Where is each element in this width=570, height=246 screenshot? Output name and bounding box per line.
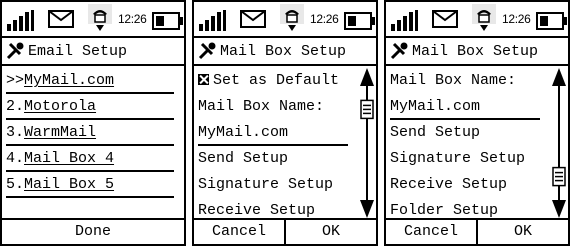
mailbox-setup-screen-top: 12:26 Mail Box Setup Set as Default Mail… bbox=[192, 0, 378, 246]
mailbox-name-label: Mail Box Name: bbox=[390, 72, 517, 89]
send-setup-item[interactable]: Send Setup bbox=[390, 120, 480, 146]
battery-icon bbox=[536, 12, 567, 30]
signal-strength-icon bbox=[199, 10, 226, 31]
wrench-icon bbox=[198, 42, 216, 60]
screen-title: Email Setup bbox=[2, 38, 184, 66]
mailbox-name-field[interactable]: MyMail.com bbox=[198, 120, 288, 146]
clock-time: 12:26 bbox=[502, 12, 531, 26]
row-divider bbox=[6, 196, 174, 198]
mailbox-name-label: Mail Box Name: bbox=[198, 98, 325, 115]
wrench-icon bbox=[6, 42, 24, 60]
scroll-thumb bbox=[552, 166, 566, 187]
clock-time: 12:26 bbox=[310, 12, 339, 26]
phone-icon bbox=[472, 4, 496, 31]
scrollbar[interactable] bbox=[360, 68, 374, 218]
list-item-selector: >> bbox=[6, 72, 25, 89]
screen-title-text: Email Setup bbox=[28, 42, 128, 60]
list-item-motorola[interactable]: 2.Motorola bbox=[6, 94, 96, 120]
set-as-default-option[interactable]: Set as Default bbox=[198, 68, 339, 94]
signature-setup-item[interactable]: Signature Setup bbox=[390, 146, 525, 172]
scroll-up-arrow-icon bbox=[552, 68, 566, 86]
list-item-mymail[interactable]: >>MyMail.com bbox=[6, 68, 114, 94]
screen-title: Mail Box Setup bbox=[194, 38, 376, 66]
list-item-warmmail[interactable]: 3.WarmMail bbox=[6, 120, 96, 146]
softkey-bar: Cancel OK bbox=[386, 218, 568, 244]
status-bar: 12:26 bbox=[2, 2, 184, 38]
list-item-label: MyMail.com bbox=[24, 72, 115, 89]
cancel-button[interactable]: Cancel bbox=[194, 220, 284, 244]
done-button[interactable]: Done bbox=[2, 220, 184, 244]
list-item-label: Mail Box 5 bbox=[24, 176, 115, 193]
ok-button[interactable]: OK bbox=[284, 220, 376, 244]
checkbox-checked-icon[interactable] bbox=[198, 74, 209, 85]
send-setup-item[interactable]: Send Setup bbox=[198, 146, 288, 172]
status-bar: 12:26 bbox=[194, 2, 376, 38]
phone-icon bbox=[280, 4, 304, 31]
status-bar: 12:26 bbox=[386, 2, 568, 38]
scroll-down-arrow-icon bbox=[552, 200, 566, 218]
scroll-thumb bbox=[360, 99, 374, 120]
envelope-icon bbox=[240, 10, 266, 28]
wrench-icon bbox=[390, 42, 408, 60]
screen-title-text: Mail Box Setup bbox=[412, 42, 539, 60]
list-item-mailbox5[interactable]: 5.Mail Box 5 bbox=[6, 172, 114, 198]
screen-title-text: Mail Box Setup bbox=[220, 42, 347, 60]
battery-icon bbox=[152, 12, 183, 30]
receive-setup-item[interactable]: Receive Setup bbox=[390, 172, 507, 198]
list-item-label: WarmMail bbox=[24, 124, 97, 141]
list-item-mailbox4[interactable]: 4.Mail Box 4 bbox=[6, 146, 114, 172]
scroll-down-arrow-icon bbox=[360, 200, 374, 218]
list-item-label: Mail Box 4 bbox=[24, 150, 115, 167]
ok-button[interactable]: OK bbox=[476, 220, 568, 244]
envelope-icon bbox=[432, 10, 458, 28]
set-as-default-label: Set as Default bbox=[213, 72, 340, 89]
signal-strength-icon bbox=[391, 10, 418, 31]
list-item-index: 3. bbox=[6, 124, 25, 141]
scroll-up-arrow-icon bbox=[360, 68, 374, 86]
softkey-bar: Done bbox=[2, 218, 184, 244]
phone-icon bbox=[88, 4, 112, 31]
scrollbar[interactable] bbox=[552, 68, 566, 218]
list-item-index: 5. bbox=[6, 176, 25, 193]
envelope-icon bbox=[48, 10, 74, 28]
list-item-label: Motorola bbox=[24, 98, 97, 115]
softkey-bar: Cancel OK bbox=[194, 218, 376, 244]
mailbox-setup-screen-scrolled: 12:26 Mail Box Setup Mail Box Name: MyMa… bbox=[384, 0, 570, 246]
list-item-index: 4. bbox=[6, 150, 25, 167]
signal-strength-icon bbox=[7, 10, 34, 31]
signature-setup-item[interactable]: Signature Setup bbox=[198, 172, 333, 198]
clock-time: 12:26 bbox=[118, 12, 147, 26]
screen-title: Mail Box Setup bbox=[386, 38, 568, 66]
cancel-button[interactable]: Cancel bbox=[386, 220, 476, 244]
battery-icon bbox=[344, 12, 375, 30]
mailbox-name-field[interactable]: MyMail.com bbox=[390, 94, 480, 120]
email-setup-screen: 12:26 Email Setup >>MyMail.com 2.Motorol… bbox=[0, 0, 186, 246]
list-item-index: 2. bbox=[6, 98, 25, 115]
